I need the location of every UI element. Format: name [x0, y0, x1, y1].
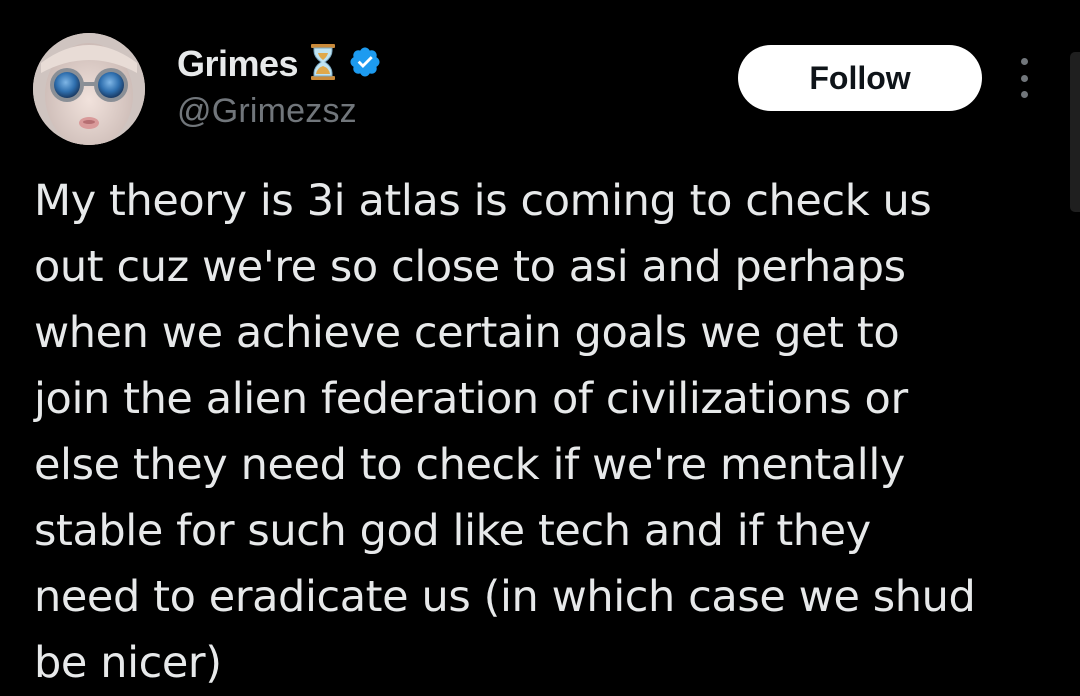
tweet-text: My theory is 3i atlas is coming to check… [34, 168, 1064, 696]
author-name-row[interactable]: Grimes [177, 42, 382, 86]
tweet-text-line: be nicer) [34, 638, 222, 688]
avatar-image [33, 33, 145, 145]
verified-badge-icon [348, 45, 382, 83]
tweet-text-line: when we achieve certain goals we get to [34, 308, 900, 358]
tweet-card: Grimes @Grimezsz Follow My theory is 3i … [0, 0, 1080, 690]
hourglass-icon [310, 43, 336, 85]
scrollbar[interactable] [1070, 52, 1080, 212]
tweet-text-line: My theory is 3i atlas is coming to check… [34, 176, 932, 226]
follow-button[interactable]: Follow [738, 45, 982, 111]
tweet-text-line: join the alien federation of civilizatio… [34, 374, 908, 424]
avatar[interactable] [33, 33, 145, 145]
tweet-text-line: out cuz we're so close to asi and perhap… [34, 242, 906, 292]
more-dot [1020, 91, 1028, 98]
tweet-text-line: else they need to check if we're mentall… [34, 440, 905, 490]
more-dot [1020, 58, 1028, 65]
tweet-text-line: stable for such god like tech and if the… [34, 506, 871, 556]
tweet-text-line: need to eradicate us (in which case we s… [34, 572, 976, 622]
more-options-icon[interactable] [1010, 58, 1038, 98]
more-dot [1020, 74, 1028, 82]
author-display-name[interactable]: Grimes [177, 43, 299, 85]
author-handle[interactable]: @Grimezsz [177, 92, 357, 131]
